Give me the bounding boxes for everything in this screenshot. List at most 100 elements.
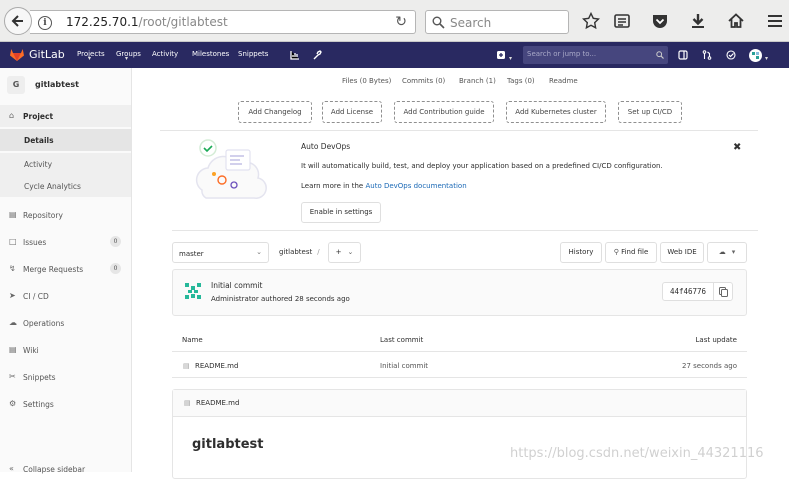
info-icon[interactable]: i xyxy=(38,16,52,30)
nav-groups[interactable]: Groups xyxy=(116,50,141,58)
avatar[interactable] xyxy=(748,48,762,62)
commit-title[interactable]: Initial commit xyxy=(211,281,263,290)
close-icon[interactable]: ✖ xyxy=(733,142,741,153)
add-license-button[interactable]: Add License xyxy=(322,101,382,123)
sidebar-item-activity[interactable]: Activity xyxy=(0,153,131,175)
sidebar-item-project[interactable]: ⌂ Project xyxy=(0,105,131,127)
chevron-down-icon: ▾ xyxy=(509,55,513,62)
cloud-gear-icon: ☁ xyxy=(9,318,17,327)
column-last-commit: Last commit xyxy=(380,336,424,344)
readme-header: ▤ README.md xyxy=(173,390,746,417)
setup-ci-cd-button[interactable]: Set up CI/CD xyxy=(618,101,682,123)
search-icon xyxy=(432,16,445,29)
main-content: Files (0 Bytes) Commits (0) Branch (1) T… xyxy=(132,68,789,479)
plus-icon: + xyxy=(335,248,342,256)
home-icon[interactable] xyxy=(725,10,747,32)
divider xyxy=(172,230,758,231)
nav-snippets[interactable]: Snippets xyxy=(238,50,268,58)
todo-check-icon[interactable] xyxy=(724,48,738,62)
chart-icon[interactable] xyxy=(288,48,302,62)
reading-list-icon[interactable] xyxy=(611,10,633,32)
pocket-icon[interactable] xyxy=(649,10,671,32)
column-last-update: Last update xyxy=(695,336,737,344)
issues-icon: □ xyxy=(9,237,17,246)
stat-readme[interactable]: Readme xyxy=(549,77,578,85)
watermark: https://blog.csdn.net/weixin_44321116 xyxy=(510,446,764,461)
project-avatar: G xyxy=(7,76,25,94)
home-icon: ⌂ xyxy=(9,111,15,120)
gitlab-navbar: GitLab Projects ▾ Groups ▾ Activity Mile… xyxy=(0,42,789,68)
book-icon: ▤ xyxy=(9,210,17,219)
add-changelog-button[interactable]: Add Changelog xyxy=(238,101,312,123)
back-button[interactable] xyxy=(4,7,32,35)
chevron-down-icon: ⌄ xyxy=(347,248,354,256)
bookmark-star-icon[interactable] xyxy=(580,10,602,32)
address-bar[interactable]: i 172.25.70.1/root/gitlabtest ↻ xyxy=(30,10,416,34)
sidebar-item-details[interactable]: Details xyxy=(0,129,131,151)
file-last-commit-link[interactable]: Initial commit xyxy=(380,362,428,370)
wiki-icon: ▤ xyxy=(9,345,17,354)
add-contribution-guide-button[interactable]: Add Contribution guide xyxy=(394,101,494,123)
url-text[interactable]: 172.25.70.1/root/gitlabtest xyxy=(66,15,228,29)
file-last-update: 27 seconds ago xyxy=(682,362,737,370)
project-name: gitlabtest xyxy=(35,80,79,89)
rocket-icon: ➤ xyxy=(9,291,16,300)
merge-request-icon: ↯ xyxy=(9,264,16,273)
find-file-button[interactable]: ⚲ Find file xyxy=(605,242,657,263)
sidebar-panel-icon[interactable] xyxy=(676,48,690,62)
plus-square-icon[interactable] xyxy=(494,48,508,62)
add-kubernetes-cluster-button[interactable]: Add Kubernetes cluster xyxy=(506,101,606,123)
stat-branches[interactable]: Branch (1) xyxy=(459,77,496,85)
copy-sha-button[interactable] xyxy=(713,282,733,301)
files-table-header: Name Last commit Last update xyxy=(172,327,747,352)
chevron-down-icon: ▾ xyxy=(125,55,129,62)
breadcrumb-project[interactable]: gitlabtest xyxy=(279,248,312,256)
nav-activity[interactable]: Activity xyxy=(152,50,178,58)
auto-devops-learn-more: Learn more in the Auto DevOps documentat… xyxy=(301,182,467,190)
sidebar-item-merge-requests[interactable]: ↯ Merge Requests 0 xyxy=(0,258,131,280)
sidebar-item-settings[interactable]: ⚙ Settings xyxy=(0,393,131,415)
sidebar-item-operations[interactable]: ☁ Operations xyxy=(0,312,131,334)
download-icon[interactable] xyxy=(687,10,709,32)
chevron-down-icon: ▾ xyxy=(731,248,736,256)
sidebar-item-issues[interactable]: □ Issues 0 xyxy=(0,231,131,253)
browser-search-input[interactable]: Search xyxy=(425,10,569,34)
last-commit-panel: Initial commit Administrator authored 28… xyxy=(172,269,747,316)
arrow-left-icon xyxy=(11,15,23,27)
issues-count-badge: 0 xyxy=(110,236,121,247)
stat-tags[interactable]: Tags (0) xyxy=(507,77,535,85)
commit-sha[interactable]: 44f46776 xyxy=(662,282,714,301)
reload-icon[interactable]: ↻ xyxy=(395,14,407,30)
cloud-download-icon: ☁ xyxy=(718,248,726,256)
sidebar-item-ci-cd[interactable]: ➤ CI / CD xyxy=(0,285,131,307)
sidebar-item-wiki[interactable]: ▤ Wiki xyxy=(0,339,131,361)
history-button[interactable]: History xyxy=(560,242,602,263)
menu-icon[interactable] xyxy=(764,10,786,32)
table-row[interactable]: ▤ README.md Initial commit 27 seconds ag… xyxy=(172,352,747,378)
sidebar-item-snippets[interactable]: ✂ Snippets xyxy=(0,366,131,388)
gitlab-search-input[interactable]: Search or jump to... xyxy=(523,46,668,64)
sidebar-item-cycle-analytics[interactable]: Cycle Analytics xyxy=(0,175,131,197)
readme-filename[interactable]: README.md xyxy=(196,399,239,407)
web-ide-button[interactable]: Web IDE xyxy=(660,242,704,263)
add-new-dropdown[interactable]: + ⌄ xyxy=(328,242,361,263)
auto-devops-docs-link[interactable]: Auto DevOps documentation xyxy=(365,182,466,190)
project-sidebar: G gitlabtest ⌂ Project Details Activity … xyxy=(0,68,132,474)
gitlab-logo-icon[interactable] xyxy=(10,48,24,61)
merge-request-icon[interactable] xyxy=(700,48,714,62)
collapse-sidebar-button[interactable]: « Collapse sidebar xyxy=(0,458,131,480)
file-name-link[interactable]: README.md xyxy=(195,362,238,370)
nav-milestones[interactable]: Milestones xyxy=(192,50,229,58)
wrench-icon[interactable] xyxy=(310,48,324,62)
brand-name[interactable]: GitLab xyxy=(29,48,65,61)
divider xyxy=(160,130,758,131)
sidebar-project-header[interactable]: G gitlabtest xyxy=(0,68,131,102)
sidebar-item-repository[interactable]: ▤ Repository xyxy=(0,204,131,226)
user-identicon-icon[interactable] xyxy=(183,281,203,301)
stat-files[interactable]: Files (0 Bytes) xyxy=(342,77,391,85)
stat-commits[interactable]: Commits (0) xyxy=(402,77,445,85)
enable-in-settings-button[interactable]: Enable in settings xyxy=(301,202,381,223)
clone-dropdown[interactable]: ☁ ▾ xyxy=(707,242,747,263)
breadcrumb: gitlabtest / xyxy=(279,248,320,256)
branch-select[interactable]: master ⌄ xyxy=(172,242,269,263)
